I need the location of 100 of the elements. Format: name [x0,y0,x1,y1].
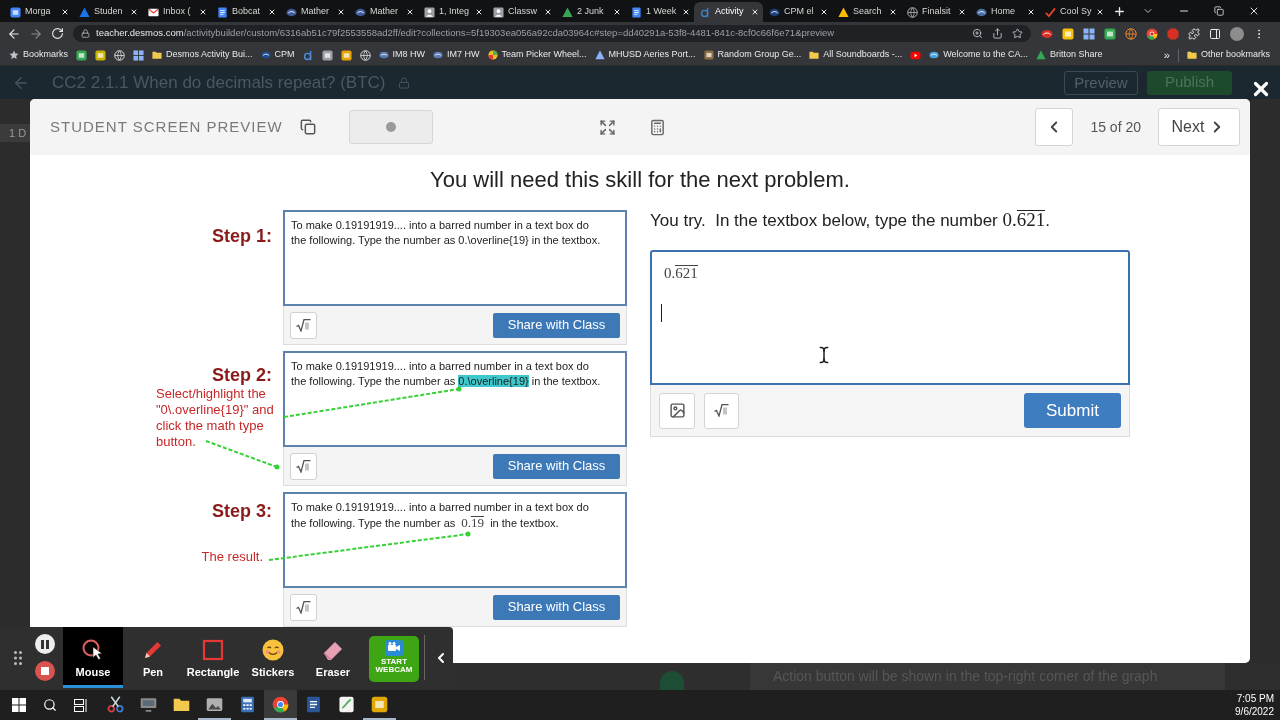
share-button[interactable]: Share with Class [493,312,620,338]
restore-icon[interactable] [1214,6,1224,16]
search-icon[interactable] [42,698,57,712]
extension-icon[interactable] [1062,27,1074,40]
close-icon[interactable] [1248,5,1260,17]
close-icon[interactable] [820,8,828,16]
image-button[interactable] [659,392,695,429]
globe-icon[interactable] [359,49,371,61]
board-icon[interactable] [76,49,87,61]
bookmark-link[interactable]: IM8 HW [378,48,426,62]
close-icon[interactable] [61,8,69,16]
browser-tab[interactable]: 1 Week [625,2,694,22]
browser-tab[interactable]: Mather [349,2,418,22]
share-icon[interactable] [992,28,1003,39]
bookmark-link[interactable]: Bookmarks [9,48,68,62]
clock-time[interactable]: 7:05 PM [1236,692,1274,705]
stop-button[interactable] [35,661,55,681]
close-icon[interactable] [199,8,207,16]
browser-tab[interactable]: Studen [73,2,142,22]
extension-icon[interactable] [1104,27,1116,40]
square-icon[interactable] [340,49,352,61]
bookmark-link[interactable]: All Soundboards -... [809,48,903,62]
next-button[interactable]: Next [1158,108,1240,146]
browser-tab[interactable]: CPM el [763,2,832,22]
answer-box[interactable]: 0.621 [650,250,1130,385]
close-icon[interactable] [751,8,759,16]
math-button[interactable] [290,452,317,480]
tool-button[interactable]: Pen [123,627,183,688]
browser-tab[interactable]: 2 Junk [556,2,625,22]
close-icon[interactable] [958,8,966,16]
tool-button[interactable]: Mouse [63,627,123,688]
bookmark-link[interactable]: Britton Share [1036,48,1103,62]
new-tab-icon[interactable] [1113,5,1126,18]
logo-icon[interactable] [302,49,314,61]
browser-tab[interactable]: Activity [694,2,763,22]
side-panel-icon[interactable] [1209,27,1221,40]
taskbar-button[interactable] [264,690,297,720]
browser-tab[interactable]: 1, Integ [418,2,487,22]
tool-button[interactable]: Eraser [303,627,363,688]
globe-icon[interactable] [114,49,125,61]
bookmark-link[interactable]: Welcome to the CA... [929,48,1029,62]
close-icon[interactable] [613,8,621,16]
close-icon[interactable] [682,8,690,16]
close-icon[interactable] [406,8,414,16]
close-icon[interactable] [475,8,483,16]
four-panes-icon[interactable] [11,698,26,712]
extension-icon[interactable] [1125,27,1137,40]
browser-tab[interactable]: Finalsit [901,2,970,22]
fullscreen-icon[interactable] [598,118,616,136]
close-icon[interactable] [268,8,276,16]
browser-tab[interactable]: Classw [487,2,556,22]
bookmark-link[interactable]: MHUSD Aeries Port... [594,48,696,62]
board-icon[interactable] [95,49,106,61]
bookmark-link[interactable]: IM7 HW [433,48,480,62]
close-icon[interactable] [130,8,138,16]
close-icon[interactable] [544,8,552,16]
zoom-icon[interactable] [972,28,983,39]
browser-tab[interactable]: Cool Sy [1039,2,1108,22]
stop-sign-icon[interactable] [1167,27,1179,40]
extension-icon[interactable] [1083,27,1095,40]
bookmark-link[interactable]: Random Group Ge... [703,48,802,62]
close-icon[interactable] [1096,8,1104,16]
bookmark-link[interactable]: Desmos Activity Bui... [152,48,253,62]
extension-icon[interactable] [1146,27,1158,40]
share-button[interactable]: Share with Class [493,453,620,479]
extension-icon[interactable] [1041,27,1053,40]
browser-tab[interactable]: Search [832,2,901,22]
play-button-icon[interactable] [910,49,922,61]
bookmark-link[interactable]: Other bookmarks [1186,48,1270,62]
close-icon[interactable] [889,8,897,16]
browser-tab[interactable]: Inbox ( [142,2,211,22]
square-icon[interactable] [321,49,333,61]
grid-icon[interactable] [133,49,144,61]
close-icon[interactable] [1027,8,1035,16]
tool-button[interactable]: Stickers [243,627,303,688]
close-icon[interactable] [337,8,345,16]
panels-icon[interactable] [73,698,88,712]
tool-button[interactable]: Rectangle [183,627,243,688]
side-tab[interactable]: 1 D [0,124,30,142]
share-button[interactable]: Share with Class [493,594,620,620]
browser-tab[interactable]: Mather [280,2,349,22]
calculator-icon[interactable] [648,118,666,136]
browser-tab[interactable]: Home [970,2,1039,22]
back-icon[interactable] [7,26,21,41]
overflow-button[interactable]: » [1163,46,1170,64]
clock-date[interactable]: 9/6/2022 [1235,705,1274,718]
avatar-icon[interactable] [1230,26,1244,41]
drag-handle-icon[interactable] [14,650,22,665]
address-bar[interactable]: teacher.desmos.com/activitybuilder/custom/6316ab51c79f2553558ad2ff/edit?collections=5f19303ea056a92cda03964c#step=dd40291a-53f8-4481-841c-8cf0c66f6e71&preview [73,25,1031,42]
submit-button[interactable]: Submit [1024,393,1121,428]
browser-tab[interactable]: Morga [4,2,73,22]
bookmark-link[interactable]: Team Picker Wheel... [487,48,587,62]
browser-tab[interactable]: Bobcat [211,2,280,22]
copy-icon[interactable] [299,119,316,135]
math-button[interactable] [290,311,317,339]
reload-icon[interactable] [51,27,64,40]
forward-icon[interactable] [29,26,43,41]
star-icon[interactable] [1012,28,1023,39]
puzzle-icon[interactable] [1188,27,1200,40]
bookmark-link[interactable]: CPM [260,48,295,62]
